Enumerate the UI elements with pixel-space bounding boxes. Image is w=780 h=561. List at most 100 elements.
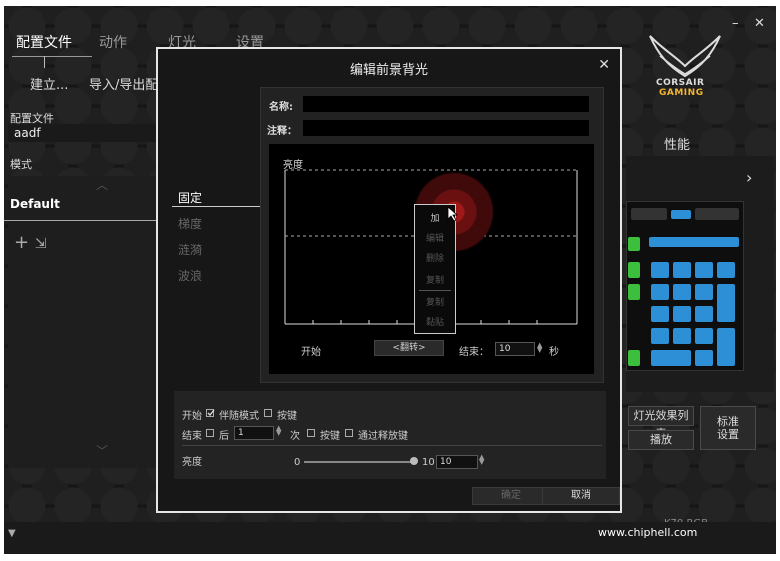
chevron-right-icon[interactable]: ›	[746, 168, 752, 187]
release-key-label: 通过释放键	[358, 431, 408, 442]
key[interactable]	[649, 237, 739, 247]
key[interactable]	[628, 237, 640, 251]
after-label: 后	[219, 431, 229, 442]
follow-mode-checkbox[interactable]	[206, 409, 215, 417]
start-keypress-checkbox[interactable]	[264, 409, 272, 417]
brightness-label: 亮度	[182, 457, 202, 468]
options-separator	[182, 445, 602, 446]
key[interactable]	[695, 328, 713, 344]
effect-fixed[interactable]: 固定	[178, 189, 202, 206]
tab-actions[interactable]: 动作	[99, 32, 127, 52]
effect-ripple[interactable]: 涟漪	[178, 241, 202, 258]
key[interactable]	[651, 262, 669, 278]
import-icon[interactable]: ⇲	[35, 236, 47, 252]
key[interactable]	[695, 284, 713, 300]
brightness-slider[interactable]	[304, 461, 414, 463]
menu-copy[interactable]: 复制	[415, 273, 455, 286]
mode-label: 模式	[10, 158, 32, 171]
chevron-down-icon[interactable]: ﹀	[96, 442, 108, 459]
key[interactable]	[671, 210, 691, 219]
effect-wave[interactable]: 波浪	[178, 267, 202, 284]
count-input[interactable]: 1	[234, 426, 274, 440]
effect-gradient[interactable]: 梯度	[178, 215, 202, 232]
start-keypress-label: 按键	[277, 411, 297, 422]
slider-min: 0	[294, 457, 301, 468]
key[interactable]	[651, 328, 669, 344]
key[interactable]	[628, 350, 640, 366]
end-after-checkbox[interactable]	[206, 429, 214, 437]
key[interactable]	[673, 284, 691, 300]
note-input[interactable]	[303, 120, 589, 136]
nav-tick	[44, 56, 45, 68]
menu-separator	[419, 290, 451, 291]
play-button[interactable]: 播放	[628, 430, 694, 450]
context-menu: 加 编辑 删除 复制 复制 黏贴	[414, 204, 456, 334]
count-spinner-icon[interactable]: ▲ ▼	[276, 425, 281, 437]
release-key-checkbox[interactable]	[345, 429, 353, 437]
name-input[interactable]	[303, 96, 589, 112]
standard-line1: 标准	[717, 415, 739, 428]
option-start-label: 开始	[182, 411, 202, 422]
key[interactable]	[717, 328, 735, 366]
start-label: 开始	[301, 347, 321, 358]
spinner-icon[interactable]: ▲ ▼	[537, 342, 542, 354]
key[interactable]	[673, 262, 691, 278]
create-button[interactable]: 建立...	[30, 74, 68, 93]
mode-actions: + ⇲	[14, 232, 47, 253]
check-icon	[207, 409, 215, 416]
brightness-spinner-icon[interactable]: ▲ ▼	[479, 454, 484, 466]
logo-text-corsair: CORSAIR	[656, 78, 705, 88]
key[interactable]	[651, 306, 669, 322]
end-keypress-label: 按键	[320, 431, 340, 442]
close-button[interactable]: ✕	[754, 16, 765, 31]
key[interactable]	[631, 208, 667, 220]
key[interactable]	[695, 350, 713, 366]
key[interactable]	[651, 284, 669, 300]
key[interactable]	[695, 306, 713, 322]
flip-button[interactable]: <翻转>	[374, 340, 444, 356]
key[interactable]	[651, 350, 691, 366]
key[interactable]	[695, 262, 713, 278]
import-export-button[interactable]: 导入/导出配	[89, 74, 158, 93]
options-panel: 开始 伴随模式 按键 结束 后 1 ▲ ▼ 次 按键 通过释放键 亮度 0 10 …	[174, 391, 606, 479]
end-seconds-input[interactable]: 10	[495, 342, 535, 356]
brightness-input[interactable]: 10	[436, 455, 478, 469]
light-effects-list-button[interactable]: 灯光效果列表	[628, 406, 694, 440]
standard-settings-button[interactable]: 标准 设置	[700, 406, 756, 450]
menu-paste[interactable]: 黏贴	[415, 315, 455, 328]
dialog-title: 编辑前景背光	[349, 63, 428, 78]
watermark: www.chiphell.com	[598, 526, 698, 539]
key[interactable]	[673, 328, 691, 344]
performance-tab[interactable]: 性能	[664, 134, 690, 153]
ok-button[interactable]: 确定	[472, 487, 550, 505]
seconds-label: 秒	[549, 347, 559, 358]
edit-backlight-dialog: 编辑前景背光 ✕ 固定 梯度 涟漪 波浪 名称: 注释： 亮度 加 编辑 删除 …	[156, 47, 622, 513]
standard-line2: 设置	[717, 428, 739, 441]
menu-copy-2[interactable]: 复制	[415, 295, 455, 308]
key[interactable]	[628, 262, 640, 278]
tab-profiles[interactable]: 配置文件	[16, 32, 72, 52]
menu-delete[interactable]: 删除	[415, 251, 455, 264]
minimize-button[interactable]: –	[732, 16, 739, 31]
app: 配置文件 动作 灯光 设置 建立... 导入/导出配 – ✕ 配置文件 aadf…	[0, 0, 780, 561]
menu-edit[interactable]: 编辑	[415, 231, 455, 244]
triangle-down-icon[interactable]: ▼	[8, 528, 16, 539]
end-keypress-checkbox[interactable]	[307, 429, 315, 437]
effect-editor: 名称: 注释： 亮度 加 编辑 删除 复制 复制 黏贴 开始 <翻转> 结束： …	[260, 87, 604, 383]
note-label: 注释：	[267, 126, 297, 137]
profile-field[interactable]: aadf	[8, 124, 160, 142]
key[interactable]	[628, 284, 640, 300]
keyboard-preview	[626, 201, 744, 371]
cancel-button[interactable]: 取消	[542, 487, 620, 505]
chevron-up-icon[interactable]: ︿	[96, 176, 108, 193]
slider-knob[interactable]	[410, 457, 418, 465]
key[interactable]	[717, 284, 735, 322]
dialog-close-icon[interactable]: ✕	[598, 57, 610, 73]
mode-default[interactable]: Default	[10, 197, 60, 211]
add-icon[interactable]: +	[14, 232, 29, 253]
key[interactable]	[673, 306, 691, 322]
brightness-graph[interactable]: 亮度 加 编辑 删除 复制 复制 黏贴 开始 <翻转> 结束： 10 ▲ ▼ 秒	[269, 144, 594, 374]
mode-underline	[4, 220, 156, 221]
key[interactable]	[695, 208, 739, 220]
key[interactable]	[717, 262, 735, 278]
